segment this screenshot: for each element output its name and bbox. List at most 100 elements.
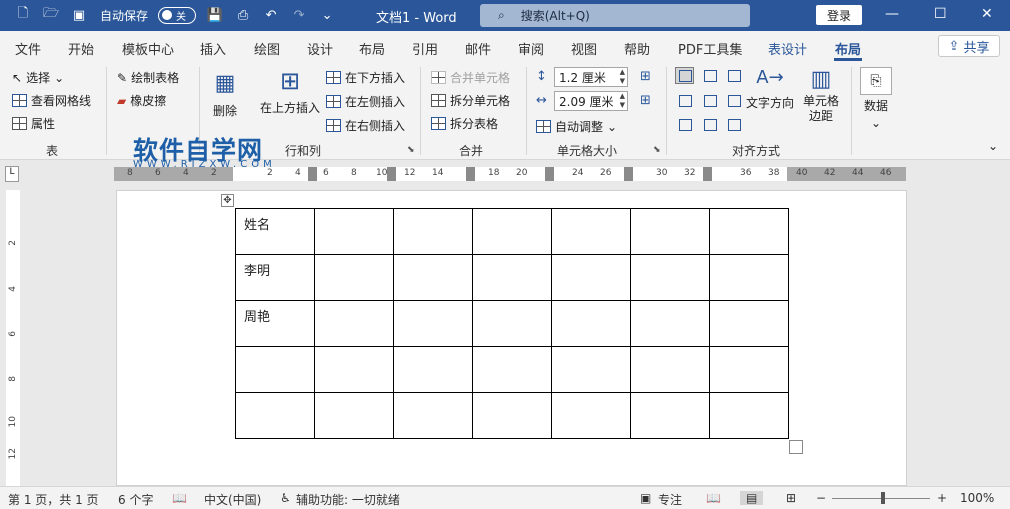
column-marker[interactable] xyxy=(387,167,396,181)
ruler-tab-selector[interactable]: L xyxy=(5,166,19,182)
tab-design[interactable]: 设计 xyxy=(307,39,333,58)
table-cell[interactable] xyxy=(314,208,394,255)
maximize-icon[interactable]: ☐ xyxy=(934,6,947,22)
horizontal-ruler[interactable]: 8 6 4 2 2 4 6 8 10 12 14 18 20 24 26 30 … xyxy=(114,167,906,181)
distribute-columns-icon[interactable]: ⊞ xyxy=(640,93,651,108)
web-layout-icon[interactable]: ⊞ xyxy=(786,491,796,505)
table-cell[interactable] xyxy=(472,346,552,393)
table-cell[interactable] xyxy=(630,300,710,347)
properties-button[interactable]: 属性 xyxy=(12,115,55,132)
eraser-button[interactable]: ▰ 橡皮擦 xyxy=(117,92,166,109)
table-cell[interactable] xyxy=(630,346,710,393)
cell-margins-button[interactable]: ▥ 单元格边距 xyxy=(802,67,840,124)
table-cell[interactable] xyxy=(551,208,631,255)
document-page[interactable]: ✥ 姓名 李明 周艳 xyxy=(116,190,907,486)
align-middle-center-button[interactable] xyxy=(700,92,719,109)
zoom-in-icon[interactable]: + xyxy=(937,491,947,505)
table-cell[interactable] xyxy=(709,254,789,301)
zoom-slider-thumb[interactable] xyxy=(881,492,885,504)
table-cell[interactable] xyxy=(235,392,315,439)
customize-qat-icon[interactable]: ⌄ xyxy=(318,6,336,24)
print-layout-icon[interactable]: ▤ xyxy=(740,491,764,505)
column-marker[interactable] xyxy=(703,167,712,181)
row-height-input[interactable]: 1.2 厘米 ▲ ▼ xyxy=(554,67,628,87)
focus-button[interactable]: 专注 xyxy=(658,491,682,508)
tab-references[interactable]: 引用 xyxy=(412,39,438,58)
new-document-icon[interactable]: 🗋 xyxy=(14,6,32,24)
undo-icon[interactable]: ↶ xyxy=(262,6,280,24)
tab-pdf-tools[interactable]: PDF工具集 xyxy=(678,39,742,58)
text-direction-button[interactable]: A→ 文字方向 xyxy=(746,67,794,111)
align-top-center-button[interactable] xyxy=(700,67,719,84)
photo-icon[interactable]: ▣ xyxy=(70,6,88,24)
table-cell[interactable] xyxy=(314,346,394,393)
tab-layout[interactable]: 布局 xyxy=(359,39,385,58)
table-resize-handle[interactable] xyxy=(789,440,803,454)
table-cell[interactable]: 李明 xyxy=(235,254,315,301)
table-cell[interactable] xyxy=(393,254,473,301)
autosave-toggle[interactable]: 关 xyxy=(158,6,197,24)
tab-table-design[interactable]: 表设计 xyxy=(768,39,807,58)
table-cell[interactable] xyxy=(630,208,710,255)
delete-button[interactable]: ▦ 删除 xyxy=(213,71,237,119)
share-button[interactable]: ⇪ 共享 xyxy=(938,35,1000,57)
table-cell[interactable]: 周艳 xyxy=(235,300,315,347)
align-bottom-center-button[interactable] xyxy=(700,116,719,133)
view-gridlines-button[interactable]: 查看网格线 xyxy=(12,92,91,109)
table-cell[interactable] xyxy=(630,254,710,301)
align-middle-left-button[interactable] xyxy=(675,92,694,109)
tab-home[interactable]: 开始 xyxy=(68,39,94,58)
tab-help[interactable]: 帮助 xyxy=(624,39,650,58)
table-cell[interactable] xyxy=(551,254,631,301)
insert-below-button[interactable]: 在下方插入 xyxy=(326,69,405,86)
distribute-rows-icon[interactable]: ⊞ xyxy=(640,69,651,84)
search-box[interactable]: ⌕ 搜索(Alt+Q) xyxy=(480,4,750,27)
table-move-icon[interactable]: ✥ xyxy=(221,194,234,207)
language-indicator[interactable]: 中文(中国) xyxy=(204,491,261,508)
split-table-button[interactable]: 拆分表格 xyxy=(431,115,498,132)
table-cell[interactable] xyxy=(709,346,789,393)
zoom-out-icon[interactable]: − xyxy=(816,491,826,505)
split-cells-button[interactable]: 拆分单元格 xyxy=(431,92,510,109)
accessibility-status[interactable]: 辅助功能: 一切就绪 xyxy=(296,491,400,508)
table-cell[interactable] xyxy=(472,392,552,439)
table-cell[interactable] xyxy=(472,300,552,347)
document-table[interactable]: 姓名 李明 周艳 xyxy=(235,208,789,439)
column-marker[interactable] xyxy=(308,167,317,181)
zoom-level[interactable]: 100% xyxy=(960,491,994,505)
tab-mailings[interactable]: 邮件 xyxy=(465,39,491,58)
table-cell[interactable] xyxy=(709,208,789,255)
table-cell[interactable] xyxy=(314,300,394,347)
select-button[interactable]: ↖ 选择 ⌄ xyxy=(12,69,64,86)
table-cell[interactable] xyxy=(551,346,631,393)
page-count[interactable]: 第 1 页，共 1 页 xyxy=(8,491,99,508)
insert-above-button[interactable]: ⊞ 在上方插入 xyxy=(260,67,320,116)
print-icon[interactable]: ⎙ xyxy=(234,6,252,24)
dialog-launcher-icon[interactable]: ⬊ xyxy=(407,145,415,155)
login-button[interactable]: 登录 xyxy=(816,5,862,25)
table-cell[interactable] xyxy=(551,300,631,347)
align-bottom-right-button[interactable] xyxy=(724,116,743,133)
spin-arrows-icon[interactable]: ▲ ▼ xyxy=(620,92,625,110)
align-bottom-left-button[interactable] xyxy=(675,116,694,133)
redo-icon[interactable]: ↷ xyxy=(290,6,308,24)
minimize-icon[interactable]: — xyxy=(885,6,899,22)
column-marker[interactable] xyxy=(466,167,475,181)
proofing-icon[interactable]: 📖 xyxy=(172,491,187,505)
table-cell[interactable] xyxy=(393,300,473,347)
draw-table-button[interactable]: ✎ 绘制表格 xyxy=(117,69,179,86)
tab-file[interactable]: 文件 xyxy=(15,39,41,58)
table-cell[interactable] xyxy=(393,392,473,439)
table-cell[interactable] xyxy=(393,208,473,255)
autofit-button[interactable]: 自动调整 ⌄ xyxy=(536,118,617,135)
table-cell[interactable] xyxy=(393,346,473,393)
table-cell[interactable] xyxy=(314,254,394,301)
table-cell[interactable] xyxy=(630,392,710,439)
align-middle-right-button[interactable] xyxy=(724,92,743,109)
read-mode-icon[interactable]: 📖 xyxy=(706,491,721,505)
column-marker[interactable] xyxy=(545,167,554,181)
align-top-right-button[interactable] xyxy=(724,67,743,84)
tab-table-layout[interactable]: 布局 xyxy=(835,39,861,58)
save-icon[interactable]: 💾 xyxy=(206,6,224,24)
table-cell[interactable] xyxy=(314,392,394,439)
